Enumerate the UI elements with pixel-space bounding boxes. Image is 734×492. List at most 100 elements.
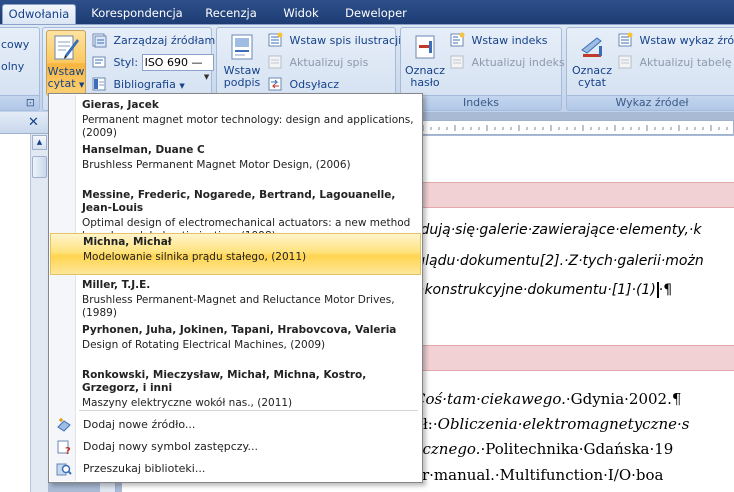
doc-line-3-text: ki·konstrukcyjne·dokumentu·[1]·(1) bbox=[408, 282, 656, 298]
scroll-thumb[interactable] bbox=[32, 156, 47, 178]
citation-title: Design of Rotating Electrical Machines, … bbox=[82, 339, 326, 351]
citation-author: Pyrhonen, Juha, Jokinen, Tapani, Hrabovc… bbox=[82, 324, 397, 336]
tab-references[interactable]: Odwołania bbox=[2, 4, 76, 24]
insert-table-of-authorities-button[interactable]: Wstaw wykaz źródeł bbox=[617, 32, 734, 50]
tab-review[interactable]: Recenzja bbox=[200, 4, 262, 24]
update-index-icon bbox=[450, 55, 464, 69]
doc-ref-1-title: Coś·tam·ciekawego. bbox=[414, 390, 566, 408]
style-label: Styl: bbox=[113, 56, 139, 69]
cross-reference-icon bbox=[268, 77, 282, 91]
update-authorities-table-label: Aktualizuj tabelę bbox=[639, 56, 732, 69]
doc-line-1[interactable]: ajdują·się·galerie·zawierające·elementy,… bbox=[408, 222, 701, 238]
add-source-icon bbox=[57, 418, 71, 432]
citation-author: Miller, T.J.E. bbox=[82, 279, 151, 291]
citation-author: Ronkowski, Mieczysław, Michał, Michna, K… bbox=[82, 369, 367, 394]
tab-view[interactable]: Widok bbox=[276, 4, 326, 24]
group-label-index: Indeks bbox=[401, 95, 561, 110]
update-authorities-icon bbox=[618, 55, 632, 69]
citation-entry-selected[interactable]: Michna, Michał Modelowanie silnika prądu… bbox=[50, 233, 421, 275]
doc-line-3[interactable]: ki·konstrukcyjne·dokumentu·[1]·(1) ·¶ bbox=[408, 282, 672, 298]
insert-citation-button[interactable]: Wstaw cytat ▼ bbox=[46, 30, 86, 96]
dropdown-arrow-icon: ▼ bbox=[203, 73, 210, 81]
chevron-down-icon: ▼ bbox=[79, 81, 85, 89]
insert-caption-button[interactable]: Wstaw podpis bbox=[221, 32, 263, 89]
doc-ref-3-title: ycznego. bbox=[414, 440, 481, 458]
citation-author: Michna, Michał bbox=[83, 236, 172, 248]
manage-sources-button[interactable]: Zarządzaj źródłami bbox=[91, 32, 218, 50]
update-index-button[interactable]: Aktualizuj indeks bbox=[449, 54, 565, 72]
style-selector[interactable]: Styl: ISO 690 — ▼ bbox=[91, 54, 214, 81]
insert-caption-icon bbox=[231, 34, 253, 60]
search-libraries-label: Przeszukaj biblioteki... bbox=[83, 462, 206, 475]
doc-ref-3[interactable]: ycznego.·Politechnika·Gdańska·19 bbox=[414, 440, 673, 458]
insert-table-of-authorities-label: Wstaw wykaz źródeł bbox=[639, 34, 734, 47]
cut-button-2[interactable]: olny bbox=[1, 58, 24, 76]
group-label-left: ⊡ bbox=[0, 95, 39, 110]
highlighted-heading-band bbox=[414, 182, 734, 208]
bibliography-icon bbox=[92, 77, 106, 91]
citation-entry[interactable]: Gieras, Jacek Permanent magnet motor tec… bbox=[50, 99, 421, 140]
add-placeholder-icon: ? bbox=[57, 440, 71, 455]
ribbon-group-index: Oznacz hasło Wstaw indeks Aktualizuj ind… bbox=[400, 27, 565, 111]
highlighted-heading-band-2 bbox=[414, 345, 734, 371]
close-icon[interactable]: ✕ bbox=[28, 115, 39, 130]
citation-entry[interactable]: Hanselman, Duane C Brushless Permanent M… bbox=[50, 144, 421, 172]
manage-sources-label: Zarządzaj źródłami bbox=[113, 34, 219, 47]
bibliography-button[interactable]: Bibliografia ▼ bbox=[91, 76, 185, 94]
doc-ref-2-title: Obliczenia·elektromagnetyczne·s bbox=[437, 415, 690, 433]
cross-reference-label: Odsyłacz bbox=[289, 78, 340, 91]
insert-index-label: Wstaw indeks bbox=[471, 34, 548, 47]
add-placeholder-label: Dodaj nowy symbol zastępczy... bbox=[83, 440, 258, 453]
style-dropdown[interactable]: ISO 690 — ▼ bbox=[141, 54, 214, 81]
citation-entry[interactable]: Ronkowski, Mieczysław, Michał, Michna, K… bbox=[50, 369, 421, 410]
ribbon-group-authorities: Oznacz cytat Wstaw wykaz źródeł Aktualiz… bbox=[566, 27, 734, 111]
insert-caption-label: Wstaw podpis bbox=[223, 64, 261, 89]
cut-button-1[interactable]: cowy bbox=[1, 36, 29, 54]
dialog-launcher-icon[interactable]: ⊡ bbox=[26, 96, 35, 109]
navigation-pane: ✕ ▲ bbox=[0, 112, 48, 492]
update-authorities-table-button[interactable]: Aktualizuj tabelę bbox=[617, 54, 731, 72]
citation-entry[interactable]: Miller, T.J.E. Brushless Permanent-Magne… bbox=[50, 279, 421, 320]
update-table-label: Aktualizuj spis bbox=[289, 56, 369, 69]
table-of-figures-icon bbox=[268, 32, 283, 47]
navigation-scrollbar[interactable]: ▲ bbox=[30, 134, 48, 492]
update-table-button[interactable]: Aktualizuj spis bbox=[267, 54, 368, 72]
horizontal-ruler[interactable] bbox=[420, 120, 734, 135]
doc-ref-3-rest: ·Politechnika·Gdańska·19 bbox=[480, 440, 674, 458]
insert-table-of-figures-button[interactable]: Wstaw spis ilustracji bbox=[267, 32, 401, 50]
citation-title: Modelowanie silnika prądu stałego, (2011… bbox=[83, 251, 307, 263]
citation-title: Brushless Permanent Magnet Motor Design,… bbox=[82, 159, 351, 171]
add-placeholder-item[interactable]: ? Dodaj nowy symbol zastępczy... bbox=[50, 436, 421, 458]
doc-ref-1-rest: ·Gdynia·2002.¶ bbox=[565, 390, 682, 408]
mark-citation-label: Oznacz cytat bbox=[572, 64, 612, 89]
mark-citation-button[interactable]: Oznacz cytat bbox=[569, 32, 615, 89]
search-libraries-item[interactable]: Przeszukaj biblioteki... bbox=[50, 458, 421, 480]
citation-title: Brushless Permanent-Magnet and Reluctanc… bbox=[82, 294, 395, 319]
ruler-ticks bbox=[422, 125, 728, 131]
ribbon-group-left-cut: cowy olny ⊡ bbox=[0, 27, 40, 111]
add-new-source-label: Dodaj nowe źródło... bbox=[83, 418, 196, 431]
group-label-authorities: Wykaz źródeł bbox=[567, 95, 734, 110]
style-value: ISO 690 — bbox=[144, 56, 203, 69]
tab-developer[interactable]: Deweloper bbox=[338, 4, 414, 24]
ribbon-tab-bar: Odwołania Korespondencja Recenzja Widok … bbox=[0, 0, 734, 24]
add-new-source-item[interactable]: Dodaj nowe źródło... bbox=[50, 414, 421, 436]
mark-citation-icon bbox=[581, 37, 602, 57]
cross-reference-button[interactable]: Odsyłacz bbox=[267, 76, 339, 94]
insert-citation-icon bbox=[54, 35, 79, 60]
mark-entry-label: Oznacz hasło bbox=[405, 64, 445, 89]
doc-ref-2[interactable]: ał:·Obliczenia·elektromagnetyczne·s bbox=[414, 415, 689, 433]
citation-entry[interactable]: Pyrhonen, Juha, Jokinen, Tapani, Hrabovc… bbox=[50, 324, 421, 352]
insert-index-button[interactable]: Wstaw indeks bbox=[449, 32, 548, 50]
bibliography-label: Bibliografia bbox=[113, 78, 176, 91]
tab-mailings[interactable]: Korespondencja bbox=[86, 4, 188, 24]
doc-line-2[interactable]: yglądu·dokumentu[2].·Z·tych·galerii·możn bbox=[408, 253, 704, 269]
mark-entry-button[interactable]: Oznacz hasło bbox=[403, 32, 447, 89]
doc-ref-1[interactable]: Coś·tam·ciekawego.·Gdynia·2002.¶ bbox=[414, 390, 681, 408]
mark-entry-icon bbox=[415, 35, 435, 59]
citation-title: Permanent magnet motor technology: desig… bbox=[82, 114, 414, 139]
update-index-label: Aktualizuj indeks bbox=[471, 56, 565, 69]
doc-line-3-end: ·¶ bbox=[658, 282, 673, 298]
style-icon bbox=[92, 56, 106, 68]
scroll-up-icon[interactable]: ▲ bbox=[32, 135, 47, 150]
